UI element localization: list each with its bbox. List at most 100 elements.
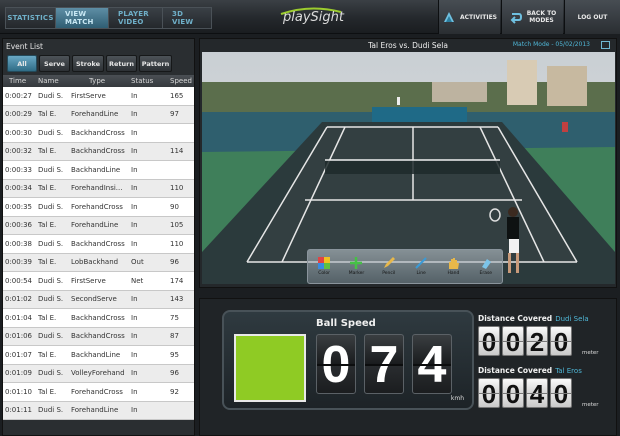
distance-label-text: Distance Covered (478, 314, 553, 323)
table-row[interactable]: 0:01:02 Dudi S. SecondServe In 143 (3, 290, 194, 309)
activities-icon (444, 12, 454, 22)
tool-erase[interactable]: Erase (473, 252, 499, 282)
table-row[interactable]: 0:00:54 Dudi S. FirstServe Net 174 (3, 272, 194, 291)
table-row[interactable]: 0:01:10 Tal E. ForehandCross In 92 (3, 383, 194, 402)
cell-name: Dudi S. (38, 276, 64, 285)
cell-name: Dudi S. (38, 369, 64, 378)
table-row[interactable]: 0:00:33 Dudi S. BackhandLine In (3, 161, 194, 180)
table-row[interactable]: 0:00:38 Dudi S. BackhandCross In 110 (3, 235, 194, 254)
filter-return[interactable]: Return (106, 55, 137, 72)
cell-type: FirstServe (71, 276, 106, 285)
cell-name: Tal E. (38, 221, 57, 230)
cell-name: Dudi S. (38, 91, 64, 100)
table-row[interactable]: 0:01:11 Dudi S. ForehandLine In (3, 401, 194, 420)
cell-time: 0:00:32 (5, 147, 32, 156)
table-row[interactable]: 0:01:06 Dudi S. BackhandCross In 87 (3, 327, 194, 346)
cell-type: ForehandInsi... (71, 184, 123, 193)
cell-name: Tal E. (38, 350, 57, 359)
col-name[interactable]: Name (38, 77, 71, 85)
pencil-icon (383, 257, 395, 268)
col-time[interactable]: Time (3, 77, 38, 85)
tab-view-match[interactable]: VIEW MATCH (55, 7, 108, 29)
cell-name: Tal E. (38, 110, 57, 119)
app-root: STATISTICS VIEW MATCH PLAYER VIDEO 3D VI… (0, 0, 620, 436)
logout-button[interactable]: LOG OUT (564, 0, 620, 34)
col-speed[interactable]: Speed (168, 77, 194, 85)
tool-pencil[interactable]: Pencil (376, 252, 402, 282)
cell-status: In (131, 239, 138, 248)
event-list-panel: Event List All Serve Stroke Return Patte… (2, 38, 195, 436)
cell-status: In (131, 406, 138, 415)
cell-time: 0:00:27 (5, 91, 32, 100)
cell-speed: 96 (170, 258, 179, 267)
line-icon (415, 257, 427, 269)
tool-color[interactable]: Color (311, 252, 337, 282)
cell-status: In (131, 387, 138, 396)
tab-3d-view[interactable]: 3D VIEW (162, 7, 212, 29)
expand-icon[interactable] (601, 41, 610, 49)
tool-pencil-label: Pencil (382, 271, 396, 276)
col-status[interactable]: Status (130, 77, 168, 85)
cell-status: Out (131, 258, 144, 267)
cell-type: LobBackhand (71, 258, 119, 267)
cell-type: BackhandLine (71, 165, 121, 174)
tab-statistics[interactable]: STATISTICS (5, 7, 55, 29)
cell-speed: 174 (170, 276, 184, 285)
table-row[interactable]: 0:00:34 Tal E. ForehandInsi... In 110 (3, 179, 194, 198)
activities-button[interactable]: ACTIVITIES (438, 0, 500, 34)
cell-time: 0:01:10 (5, 387, 32, 396)
ball-speed-swatch (234, 334, 306, 402)
tool-marker[interactable]: Marker (343, 252, 369, 282)
table-row[interactable]: 0:00:36 Tal E. ForehandLine In 105 (3, 216, 194, 235)
cell-time: 0:01:09 (5, 369, 32, 378)
drawing-toolbar: Color Marker Pencil Line Hand Erase (307, 249, 503, 284)
cell-name: Dudi S. (38, 406, 64, 415)
cell-name: Tal E. (38, 313, 57, 322)
speed-digit: 0 (316, 334, 356, 394)
filter-stroke[interactable]: Stroke (72, 55, 104, 72)
table-row[interactable]: 0:00:32 Tal E. BackhandCross In 114 (3, 142, 194, 161)
cell-time: 0:01:07 (5, 350, 32, 359)
event-list-title: Event List (6, 42, 43, 51)
cell-speed: 143 (170, 295, 184, 304)
table-row[interactable]: 0:00:29 Tal E. ForehandLine In 97 (3, 105, 194, 124)
cell-status: In (131, 369, 138, 378)
table-row[interactable]: 0:01:07 Tal E. BackhandLine In 95 (3, 346, 194, 365)
cell-speed: 95 (170, 350, 179, 359)
video-frame[interactable]: Color Marker Pencil Line Hand Erase (202, 52, 615, 284)
table-row[interactable]: 0:00:39 Tal E. LobBackhand Out 96 (3, 253, 194, 272)
tool-marker-label: Marker (348, 271, 365, 276)
tool-line[interactable]: Line (408, 252, 434, 282)
table-row[interactable]: 0:01:04 Tal E. BackhandCross In 75 (3, 309, 194, 328)
logout-label: LOG OUT (577, 13, 608, 21)
cell-speed: 105 (170, 221, 184, 230)
color-palette-icon (318, 257, 331, 269)
cell-speed: 96 (170, 369, 179, 378)
distance-digit: 0 (478, 378, 500, 409)
table-row[interactable]: 0:01:09 Dudi S. VolleyForehand In 96 (3, 364, 194, 383)
cell-name: Dudi S. (38, 202, 64, 211)
table-row[interactable]: 0:00:30 Dudi S. BackhandCross In (3, 124, 194, 143)
cell-name: Dudi S. (38, 165, 64, 174)
cell-status: In (131, 165, 138, 174)
cell-type: ForehandLine (71, 406, 119, 415)
distance-unit: meter (582, 402, 599, 408)
speed-digit: 4 (412, 334, 452, 394)
distance-label-text: Distance Covered (478, 366, 553, 375)
table-row[interactable]: 0:00:35 Dudi S. ForehandCross In 90 (3, 198, 194, 217)
cell-status: In (131, 128, 138, 137)
eraser-icon (481, 259, 491, 269)
filter-all[interactable]: All (7, 55, 37, 72)
event-table-header: Time Name Type Status Speed (3, 75, 194, 87)
filter-pattern[interactable]: Pattern (139, 55, 172, 72)
activities-label: ACTIVITIES (460, 13, 497, 21)
tab-player-video[interactable]: PLAYER VIDEO (108, 7, 162, 29)
cell-status: In (131, 221, 138, 230)
cell-time: 0:00:29 (5, 110, 32, 119)
filter-serve[interactable]: Serve (39, 55, 70, 72)
back-to-modes-button[interactable]: BACK TO MODES (501, 0, 563, 34)
col-type[interactable]: Type (71, 77, 130, 85)
tool-hand[interactable]: Hand (440, 252, 466, 282)
cell-speed: 75 (170, 313, 179, 322)
table-row[interactable]: 0:00:27 Dudi S. FirstServe In 165 (3, 87, 194, 106)
